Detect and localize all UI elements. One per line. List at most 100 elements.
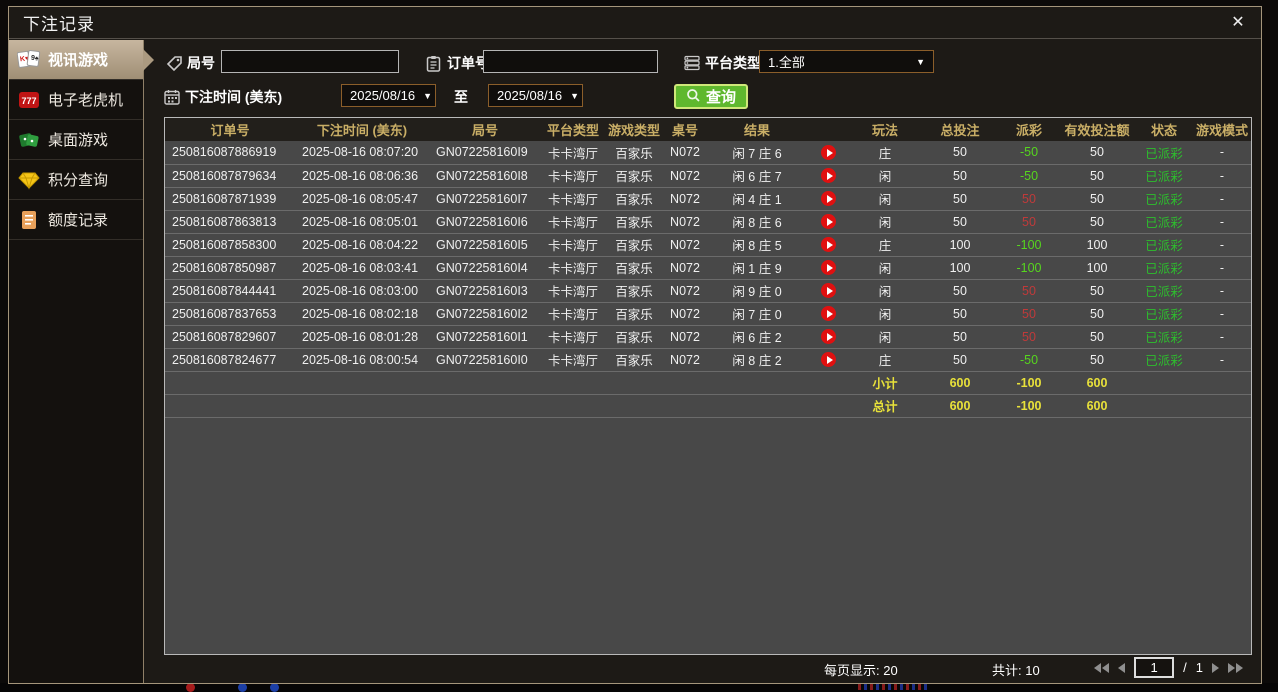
cell-payout: 50 xyxy=(999,325,1059,349)
replay-icon[interactable] xyxy=(820,260,836,276)
table-row: 250816087837653 2025-08-16 08:02:18 GN0722… xyxy=(165,302,1251,326)
sidebar-item-live-games[interactable]: K♥ 9♠ 视讯游戏 xyxy=(9,40,154,80)
cell-round-no: GN072258160I2 xyxy=(429,302,541,326)
date-from-select[interactable]: 2025/08/16 ▼ xyxy=(341,84,436,107)
cell-play xyxy=(807,233,849,257)
table-row: 250816087844441 2025-08-16 08:03:00 GN0722… xyxy=(165,279,1251,303)
bead-banker-icon xyxy=(186,683,195,692)
main-panel: 局号 订单号 平台类型 1.全部 ▼ 下注时间 (美东) 2025/08/16 … xyxy=(144,40,1261,683)
bead-player-icon xyxy=(238,683,247,692)
cell-game-type: 百家乐 xyxy=(605,302,663,326)
order-no-input[interactable] xyxy=(483,50,658,73)
next-page-icon[interactable] xyxy=(1212,662,1219,673)
cell-play xyxy=(807,348,849,372)
cell-round-no: GN072258160I4 xyxy=(429,256,541,280)
cell-round-no: GN072258160I3 xyxy=(429,279,541,303)
cell-bet-time: 2025-08-16 08:04:22 xyxy=(295,233,429,257)
cell-table-no: N072 xyxy=(663,279,707,303)
replay-icon[interactable] xyxy=(820,306,836,322)
cell-table-no: N072 xyxy=(663,233,707,257)
replay-icon[interactable] xyxy=(820,144,836,160)
chevron-down-icon: ▼ xyxy=(916,56,925,67)
query-button[interactable]: 查询 xyxy=(674,84,748,109)
sidebar-item-quota-record[interactable]: 额度记录 xyxy=(9,200,143,240)
filter-bar: 局号 订单号 平台类型 1.全部 ▼ 下注时间 (美东) 2025/08/16 … xyxy=(144,40,1261,117)
sidebar-item-points[interactable]: 积分查询 xyxy=(9,160,143,200)
bet-time-label: 下注时间 (美东) xyxy=(185,89,283,105)
cell-valid-bet: 50 xyxy=(1059,141,1135,165)
cell-table-no: N072 xyxy=(663,210,707,234)
cell-result: 闲 8 庄 5 xyxy=(707,233,807,257)
page-input[interactable] xyxy=(1134,657,1175,678)
playing-cards-icon: K♥ 9♠ xyxy=(17,49,41,71)
round-no-label: 局号 xyxy=(187,55,215,71)
table-row: 250816087824677 2025-08-16 08:00:54 GN0722… xyxy=(165,348,1251,372)
cell-game-type: 百家乐 xyxy=(605,348,663,372)
cell-play xyxy=(807,325,849,349)
slot-777-icon: 777 xyxy=(17,89,41,111)
cell-bet-type: 闲 xyxy=(849,164,921,188)
cell-play xyxy=(807,302,849,326)
table-row: 250816087863813 2025-08-16 08:05:01 GN0722… xyxy=(165,210,1251,234)
col-round-no: 局号 xyxy=(429,118,541,141)
cell-mode: - xyxy=(1193,233,1251,257)
close-icon[interactable]: ✕ xyxy=(1227,12,1249,34)
table-row: 250816087858300 2025-08-16 08:04:22 GN0722… xyxy=(165,233,1251,257)
cell-result: 闲 4 庄 1 xyxy=(707,187,807,211)
replay-icon[interactable] xyxy=(820,237,836,253)
col-payout: 派彩 xyxy=(999,118,1059,141)
col-game-mode: 游戏模式 xyxy=(1193,118,1251,141)
sidebar-item-slots[interactable]: 777 电子老虎机 xyxy=(9,80,143,120)
cell-mode: - xyxy=(1193,279,1251,303)
cell-status: 已派彩 xyxy=(1135,348,1193,372)
cell-bet-type: 闲 xyxy=(849,302,921,326)
cell-total-bet: 50 xyxy=(921,348,999,372)
date-to-select[interactable]: 2025/08/16 ▼ xyxy=(488,84,583,107)
cell-platform: 卡卡湾厅 xyxy=(541,302,605,326)
replay-icon[interactable] xyxy=(820,283,836,299)
cell-order-no: 250816087824677 xyxy=(165,348,295,372)
sidebar-item-label: 额度记录 xyxy=(48,212,109,229)
cell-payout: 50 xyxy=(999,187,1059,211)
platform-type-select[interactable]: 1.全部 ▼ xyxy=(759,50,934,73)
last-page-icon[interactable] xyxy=(1228,662,1243,673)
col-bet-time: 下注时间 (美东) xyxy=(295,118,429,141)
table-row: 250816087879634 2025-08-16 08:06:36 GN0722… xyxy=(165,164,1251,188)
subtotal-valid-bet: 600 xyxy=(1059,371,1135,395)
cell-total-bet: 100 xyxy=(921,233,999,257)
platform-type-label: 平台类型 xyxy=(705,55,761,71)
cell-order-no: 250816087871939 xyxy=(165,187,295,211)
total-label: 总计 xyxy=(849,394,921,418)
cell-payout: -50 xyxy=(999,164,1059,188)
prev-page-icon[interactable] xyxy=(1118,662,1126,673)
cell-game-type: 百家乐 xyxy=(605,141,663,165)
replay-icon[interactable] xyxy=(820,214,836,230)
replay-icon[interactable] xyxy=(820,191,836,207)
cell-valid-bet: 100 xyxy=(1059,233,1135,257)
replay-icon[interactable] xyxy=(820,352,836,368)
cell-order-no: 250816087858300 xyxy=(165,233,295,257)
replay-icon[interactable] xyxy=(820,329,836,345)
cell-bet-type: 闲 xyxy=(849,256,921,280)
cell-platform: 卡卡湾厅 xyxy=(541,233,605,257)
cell-status: 已派彩 xyxy=(1135,302,1193,326)
first-page-icon[interactable] xyxy=(1094,662,1110,673)
cell-game-type: 百家乐 xyxy=(605,233,663,257)
query-button-label: 查询 xyxy=(705,89,736,106)
replay-icon[interactable] xyxy=(820,168,836,184)
round-no-input[interactable] xyxy=(221,50,399,73)
subtotal-total-bet: 600 xyxy=(921,371,999,395)
cell-game-type: 百家乐 xyxy=(605,279,663,303)
total-payout: -100 xyxy=(999,394,1059,418)
cell-order-no: 250816087863813 xyxy=(165,210,295,234)
cell-table-no: N072 xyxy=(663,325,707,349)
total-total-bet: 600 xyxy=(921,394,999,418)
bet-table: 订单号 下注时间 (美东) 局号 平台类型 游戏类型 桌号 结果 玩法 总投注 … xyxy=(165,118,1251,418)
cell-round-no: GN072258160I0 xyxy=(429,348,541,372)
cell-game-type: 百家乐 xyxy=(605,325,663,349)
per-page-label: 每页显示: 20 xyxy=(824,663,898,678)
subtotal-row: 小计 600 -100 600 xyxy=(165,371,1251,395)
cell-bet-time: 2025-08-16 08:05:01 xyxy=(295,210,429,234)
dice-icon xyxy=(17,129,41,151)
sidebar-item-table-games[interactable]: 桌面游戏 xyxy=(9,120,143,160)
